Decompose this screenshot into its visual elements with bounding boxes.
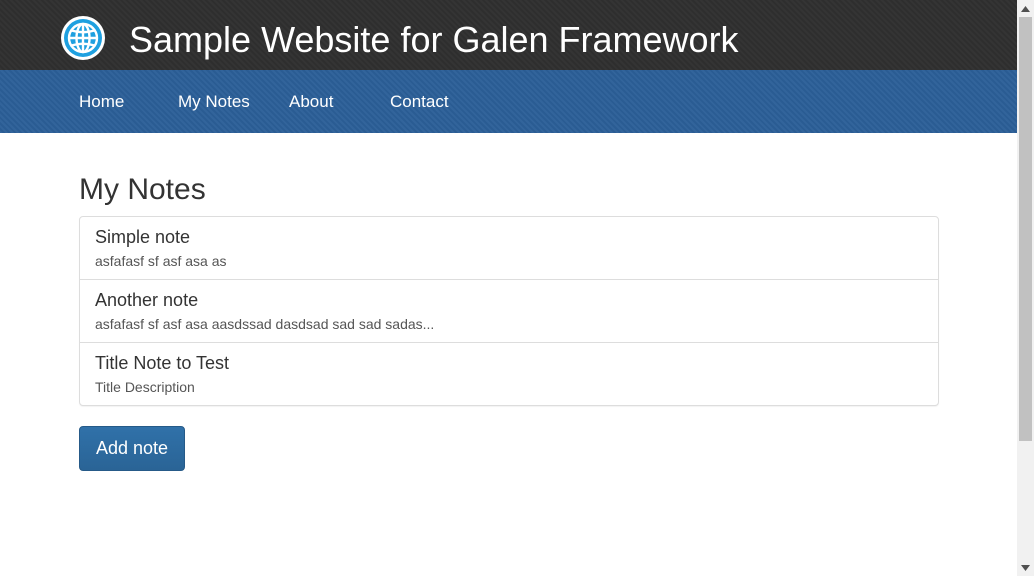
- note-description: asfafasf sf asf asa as: [95, 253, 227, 269]
- nav-item-home[interactable]: Home: [79, 70, 124, 133]
- scroll-down-arrow-icon[interactable]: [1017, 559, 1034, 576]
- page: Sample Website for Galen Framework Home …: [0, 0, 1017, 576]
- scrollbar-thumb[interactable]: [1019, 17, 1032, 441]
- note-description: Title Description: [95, 379, 195, 395]
- site-title: Sample Website for Galen Framework: [129, 19, 739, 60]
- note-item[interactable]: Title Note to Test Title Description: [80, 342, 938, 405]
- vertical-scrollbar[interactable]: [1017, 0, 1034, 576]
- note-title: Another note: [95, 290, 199, 310]
- note-description: asfafasf sf asf asa aasdssad dasdsad sad…: [95, 316, 435, 332]
- note-title: Simple note: [95, 227, 191, 247]
- note-item[interactable]: Simple note asfafasf sf asf asa as: [80, 217, 938, 279]
- notes-list: Simple note asfafasf sf asf asa as Anoth…: [79, 216, 939, 406]
- note-title: Title Note to Test: [95, 353, 230, 373]
- site-header: Sample Website for Galen Framework: [0, 0, 1017, 70]
- nav-item-my-notes[interactable]: My Notes: [178, 70, 250, 133]
- page-title: My Notes: [79, 173, 206, 206]
- nav-item-about[interactable]: About: [289, 70, 333, 133]
- add-note-button[interactable]: Add note: [79, 426, 185, 471]
- nav-item-contact[interactable]: Contact: [390, 70, 449, 133]
- main-nav: Home My Notes About Contact: [0, 70, 1017, 133]
- note-item[interactable]: Another note asfafasf sf asf asa aasdssa…: [80, 279, 938, 342]
- scroll-up-arrow-icon[interactable]: [1017, 0, 1034, 17]
- globe-icon[interactable]: [60, 15, 106, 61]
